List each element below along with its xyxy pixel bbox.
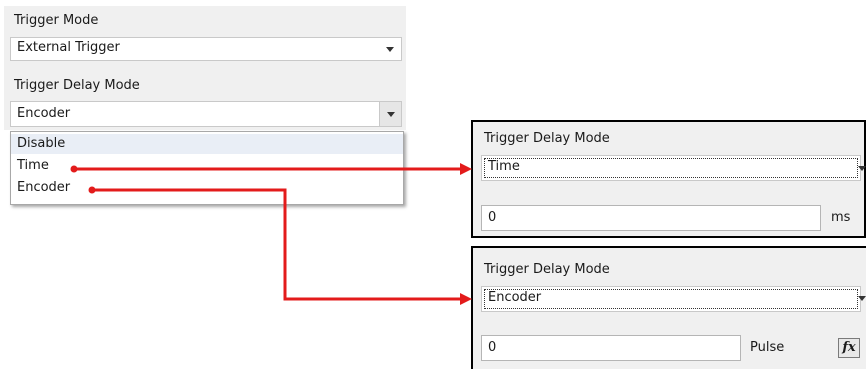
encoder-panel-title: Trigger Delay Mode — [484, 262, 610, 277]
trigger-mode-select[interactable]: External Trigger — [10, 37, 402, 61]
time-mode-panel: Trigger Delay Mode Time 0 ms — [471, 120, 866, 238]
trigger-delay-mode-label: Trigger Delay Mode — [14, 78, 140, 93]
encoder-connector-line — [92, 188, 462, 301]
trigger-mode-value: External Trigger — [17, 40, 120, 55]
time-mode-value: Time — [484, 158, 858, 178]
time-delay-input[interactable]: 0 — [481, 205, 821, 231]
dropdown-arrow-icon[interactable] — [858, 166, 866, 171]
dropdown-arrow-icon[interactable] — [858, 296, 866, 301]
time-panel-title: Trigger Delay Mode — [484, 131, 610, 146]
dropdown-option-time[interactable]: Time — [11, 156, 403, 176]
time-unit-label: ms — [831, 210, 851, 225]
encoder-unit-label: Pulse — [750, 340, 785, 355]
dropdown-arrow-icon — [387, 112, 395, 117]
encoder-mode-select[interactable]: Encoder — [481, 286, 861, 312]
dropdown-option-encoder[interactable]: Encoder — [11, 178, 403, 198]
trigger-mode-label: Trigger Mode — [14, 13, 99, 28]
dropdown-arrow-icon — [386, 47, 394, 52]
dropdown-option-disable[interactable]: Disable — [11, 134, 403, 154]
trigger-delay-mode-select[interactable]: Encoder — [10, 101, 402, 127]
function-icon[interactable]: fx — [838, 338, 860, 358]
encoder-delay-input[interactable]: 0 — [481, 335, 741, 361]
time-mode-select[interactable]: Time — [481, 155, 861, 181]
dropdown-list: Disable Time Encoder — [10, 131, 404, 205]
trigger-delay-mode-value: Encoder — [17, 106, 71, 121]
dropdown-button[interactable] — [379, 102, 401, 126]
encoder-mode-value: Encoder — [484, 289, 858, 309]
encoder-mode-panel: Trigger Delay Mode Encoder 0 Pulse fx — [471, 246, 866, 369]
